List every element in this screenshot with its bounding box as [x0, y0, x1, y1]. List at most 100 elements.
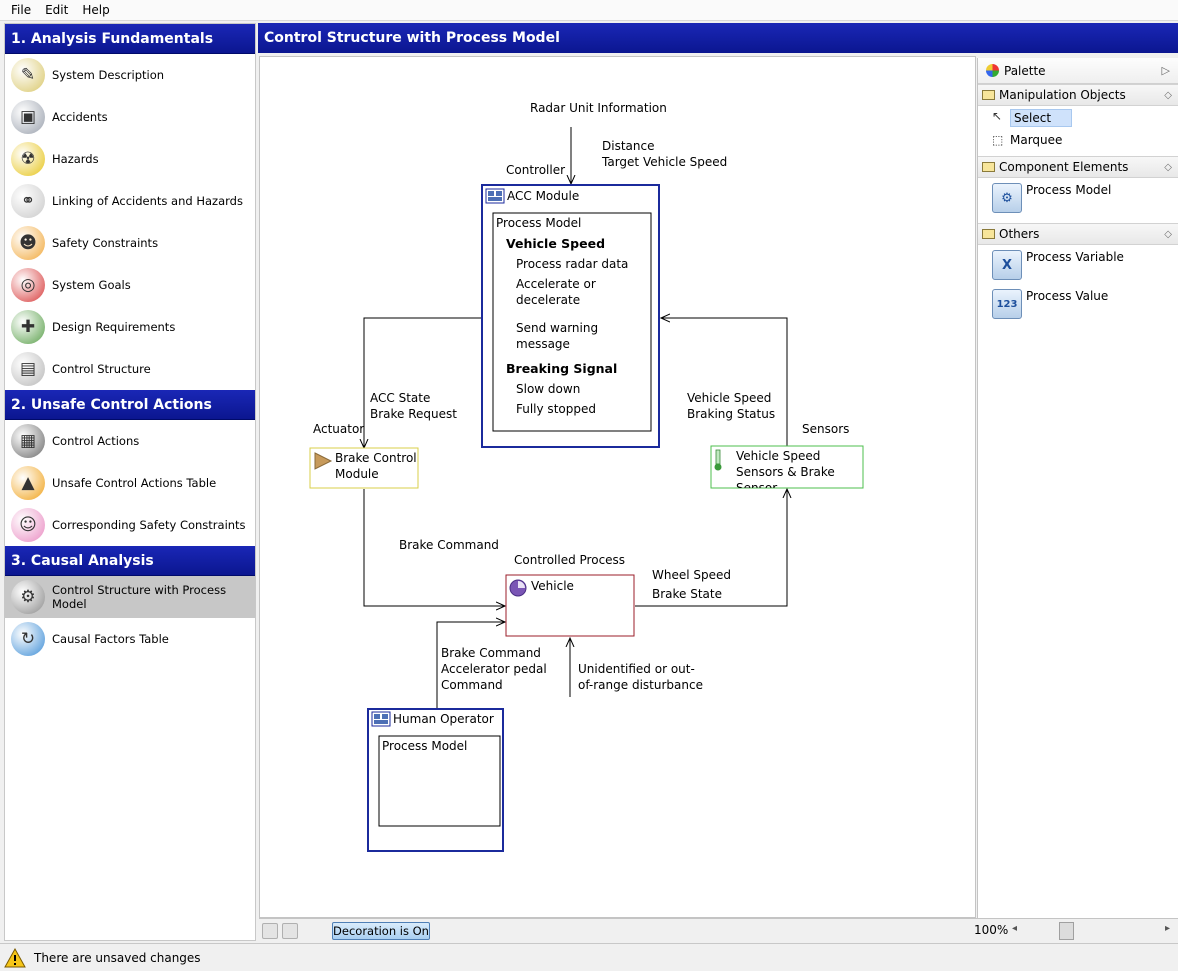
palette-group-manipulation-objects[interactable]: Manipulation Objects ◇	[978, 84, 1178, 106]
group-toggle-icon[interactable]: ◇	[1164, 90, 1172, 101]
palette-header[interactable]: Palette ▷	[978, 58, 1178, 84]
warning-icon	[4, 947, 26, 967]
sidebar-item-label: Safety Constraints	[52, 236, 159, 250]
palette-tool-label: Marquee	[1010, 133, 1063, 147]
horizontal-scrollbar[interactable]	[1012, 922, 1172, 940]
human-process-model-label: Process Model	[382, 739, 467, 753]
sidebar-item-label: System Description	[52, 68, 165, 82]
palette-title: Palette	[1004, 63, 1046, 78]
menu-edit[interactable]: Edit	[38, 3, 75, 17]
zoom-level: 100%	[974, 923, 1009, 937]
brake-command-label: Brake Command	[399, 538, 499, 552]
palette-tool-label: Process Value	[1026, 289, 1109, 303]
cycle-icon: ↻	[11, 622, 45, 656]
sidebar-item-label: Control Structure	[52, 362, 151, 376]
forward-button[interactable]	[282, 923, 298, 939]
sensor-box-line2: Sensors & Brake	[736, 465, 835, 479]
section-header-2[interactable]: 2. Unsafe Control Actions	[5, 390, 255, 420]
palette-tool-process-model[interactable]: ⚙ Process Model	[978, 178, 1178, 217]
palette-groups: Manipulation Objects ◇ ↖ Select ⬚ Marquee Comp…	[978, 84, 1178, 323]
scroll-right-icon[interactable]: ▸	[1165, 923, 1170, 934]
group-toggle-icon[interactable]: ◇	[1164, 162, 1172, 173]
sidebar-item-label: Linking of Accidents and Hazards	[52, 194, 243, 208]
command-label: Command	[441, 678, 503, 692]
palette-group-title: Component Elements	[999, 160, 1129, 174]
control-structure-diagram[interactable]: ACC Module Process Model Vehicle Speed P…	[260, 57, 977, 919]
blueprint-icon: ▤	[11, 352, 45, 386]
sidebar-item-control-structure[interactable]: ▤ Control Structure	[5, 348, 255, 390]
sidebar-item-safety-constraints[interactable]: ☻ Safety Constraints	[5, 222, 255, 264]
palette-tool-process-value[interactable]: 123 Process Value	[978, 284, 1178, 323]
process-value-accelerate-2: decelerate	[516, 293, 580, 307]
editor-title-bar: Control Structure with Process Model	[258, 23, 1178, 53]
process-variable-icon: X	[992, 250, 1022, 280]
accelerator-pedal-label: Accelerator pedal	[441, 662, 547, 676]
sidebar-item-linking-of-accidents-and-hazards[interactable]: ⚭ Linking of Accidents and Hazards	[5, 180, 255, 222]
component-icon	[371, 711, 391, 727]
process-model-icon: ⚙	[992, 183, 1022, 213]
status-message: There are unsaved changes	[34, 950, 201, 965]
group-toggle-icon[interactable]: ◇	[1164, 229, 1172, 240]
process-value-icon: 123	[992, 289, 1022, 319]
process-variable-breaking-signal[interactable]: Breaking Signal	[506, 361, 617, 376]
decoration-toggle-button[interactable]: Decoration is On	[332, 922, 430, 940]
target-speed-label: Target Vehicle Speed	[601, 155, 727, 169]
sensors-label: Sensors	[802, 422, 849, 436]
sidebar-item-accidents[interactable]: ▣ Accidents	[5, 96, 255, 138]
radiation-icon: ☢	[11, 142, 45, 176]
sidebar-item-causal-factors-table[interactable]: ↻ Causal Factors Table	[5, 618, 255, 660]
pencil-paper-icon: ✎	[11, 58, 45, 92]
acc-module-title: ACC Module	[507, 189, 579, 203]
braking-status-label: Braking Status	[687, 407, 775, 421]
palette-tool-process-variable[interactable]: X Process Variable	[978, 245, 1178, 284]
process-value-radar[interactable]: Process radar data	[516, 257, 628, 271]
palette-tool-label: Process Model	[1026, 183, 1112, 197]
palette-group-title: Others	[999, 227, 1040, 241]
palette-group-component-elements[interactable]: Component Elements ◇	[978, 156, 1178, 178]
sidebar-item-label: System Goals	[52, 278, 131, 292]
sidebar-item-system-description[interactable]: ✎ System Description	[5, 54, 255, 96]
process-value-warning-1[interactable]: Send warning	[516, 321, 598, 335]
palette-group-others[interactable]: Others ◇	[978, 223, 1178, 245]
sensor-box-line1: Vehicle Speed	[736, 449, 820, 463]
back-button[interactable]	[262, 923, 278, 939]
human-brake-command-label: Brake Command	[441, 646, 541, 660]
radar-input-label: Radar Unit Information	[530, 101, 667, 115]
control-arrow-acc-to-actuator[interactable]	[364, 317, 482, 448]
collapse-arrow-icon[interactable]: ▷	[1162, 64, 1170, 77]
sidebar-item-system-goals[interactable]: ◎ System Goals	[5, 264, 255, 306]
scrollbar-thumb[interactable]	[1059, 922, 1074, 940]
process-value-accelerate-1[interactable]: Accelerate or	[516, 277, 596, 291]
disturbance-label-line2: of-range disturbance	[578, 678, 703, 692]
monitor-icon: ▦	[11, 424, 45, 458]
folder-icon	[982, 90, 995, 100]
diagram-canvas[interactable]: ACC Module Process Model Vehicle Speed P…	[259, 56, 976, 918]
target-icon: ◎	[11, 268, 45, 302]
people-icon: ☺	[11, 508, 45, 542]
sidebar-item-hazards[interactable]: ☢ Hazards	[5, 138, 255, 180]
palette-panel: Palette ▷ Manipulation Objects ◇ ↖ Select ⬚ M…	[977, 58, 1178, 918]
brake-state-label: Brake State	[652, 587, 722, 601]
process-value-fully-stopped[interactable]: Fully stopped	[516, 402, 596, 416]
sidebar-item-label: Causal Factors Table	[52, 632, 169, 646]
sidebar-item-control-structure-with-process-model[interactable]: ⚙ Control Structure with Process Model	[5, 576, 255, 618]
process-value-slow-down[interactable]: Slow down	[516, 382, 580, 396]
palette-tool-select[interactable]: ↖ Select	[978, 106, 1178, 130]
sidebar-item-unsafe-control-actions-table[interactable]: ▲ Unsafe Control Actions Table	[5, 462, 255, 504]
brake-request-label: Brake Request	[370, 407, 457, 421]
sidebar-item-corresponding-safety-constraints[interactable]: ☺ Corresponding Safety Constraints	[5, 504, 255, 546]
sidebar-item-design-requirements[interactable]: ✚ Design Requirements	[5, 306, 255, 348]
sidebar-item-control-actions[interactable]: ▦ Control Actions	[5, 420, 255, 462]
controller-label: Controller	[506, 163, 565, 177]
menu-help[interactable]: Help	[75, 3, 116, 17]
folder-icon	[982, 229, 995, 239]
section-header-3[interactable]: 3. Causal Analysis	[5, 546, 255, 576]
palette-tool-marquee[interactable]: ⬚ Marquee	[978, 130, 1178, 150]
feedback-arrow-sensor-to-acc[interactable]	[661, 318, 788, 446]
acc-state-label: ACC State	[370, 391, 430, 405]
section-header-1[interactable]: 1. Analysis Fundamentals	[5, 24, 255, 54]
menu-file[interactable]: File	[4, 3, 38, 17]
clock-icon	[509, 579, 527, 597]
sensor-box-line3: Sensor	[736, 481, 777, 495]
process-variable-vehicle-speed[interactable]: Vehicle Speed	[506, 236, 605, 251]
